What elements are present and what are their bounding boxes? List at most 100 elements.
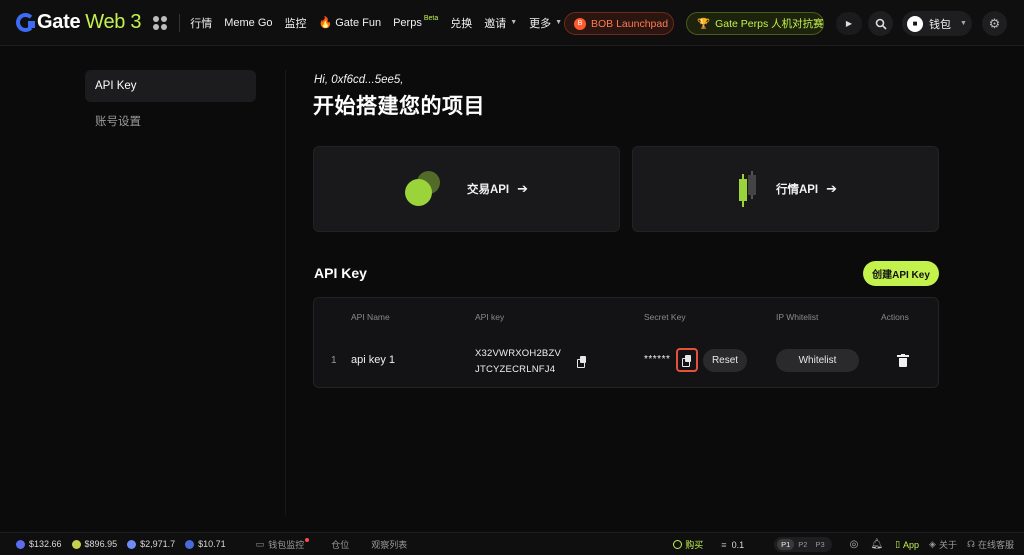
headset-icon: ☊: [966, 539, 975, 549]
amount-value: 0.1: [731, 539, 745, 550]
column-header-ip-whitelist: IP Whitelist: [776, 312, 819, 322]
nav-item-market[interactable]: 行情: [190, 15, 212, 31]
preset-selector: P1 P2 P3: [774, 537, 832, 552]
wallet-label: 钱包: [929, 18, 951, 31]
search-button[interactable]: [868, 11, 893, 36]
preset-p2[interactable]: P2: [794, 539, 811, 550]
column-header-api-key: API key: [475, 312, 505, 322]
sidebar: API Key 账号设置: [85, 70, 256, 140]
target-icon[interactable]: ◎: [850, 539, 859, 550]
perps-competition-label: Gate Perps 人机对抗赛: [715, 18, 824, 30]
ticker-3[interactable]: $2,971.7: [127, 539, 175, 549]
bob-icon: B: [574, 17, 586, 30]
ticker-value: $10.71: [198, 539, 226, 549]
trash-icon[interactable]: [897, 354, 909, 367]
bob-launchpad-button[interactable]: B BOB Launchpad: [564, 12, 674, 35]
column-header-actions: Actions: [881, 312, 909, 322]
watchlist-link[interactable]: 观察列表: [371, 538, 407, 551]
api-key-table: API Name API key Secret Key IP Whitelist…: [313, 297, 939, 388]
column-header-api-name: API Name: [351, 312, 390, 322]
create-api-key-button[interactable]: 创建API Key: [863, 261, 939, 286]
logo-suffix-text: Web 3: [85, 11, 142, 33]
copy-secret-key-icon[interactable]: [682, 355, 692, 367]
ticker-value: $896.95: [84, 539, 118, 549]
buy-button[interactable]: 购买: [673, 538, 703, 551]
market-api-card[interactable]: 行情API ➔: [632, 146, 939, 232]
ticker-value: $132.66: [29, 539, 62, 549]
main-nav: 行情 Meme Go 监控 🔥 Gate Fun Perps Beta 兑换 邀请 ▼…: [190, 15, 574, 31]
coin-icon: [71, 539, 81, 549]
ticker-1[interactable]: $132.66: [16, 539, 62, 549]
arrow-right-icon: ➔: [517, 181, 529, 196]
api-name-cell: api key 1: [351, 354, 396, 366]
api-key-cell: X32VWRXOH2BZV JTCYZECRLNFJ4: [475, 346, 561, 378]
api-key-line-2: JTCYZECRLNFJ4: [475, 364, 556, 375]
app-label: App: [903, 539, 920, 550]
sidebar-item-account-settings[interactable]: 账号设置: [85, 105, 256, 137]
nav-item-meme-go[interactable]: Meme Go: [224, 17, 272, 29]
reset-secret-button[interactable]: Reset: [703, 349, 747, 372]
settings-button[interactable]: ⚙: [982, 11, 1007, 36]
buy-label: 购买: [685, 540, 704, 550]
trade-api-label: 交易API ➔: [467, 181, 528, 197]
greeting-text: Hi, 0xf6cd...5ee5,: [314, 74, 404, 86]
logo-brand-text: Gate: [37, 11, 81, 33]
app-download-link[interactable]: ▯ App: [895, 539, 919, 550]
trade-api-card[interactable]: 交易API ➔: [313, 146, 620, 232]
nav-divider: [179, 13, 181, 32]
buy-amount[interactable]: ≡ 0.1: [721, 540, 744, 550]
positions-link[interactable]: 仓位: [331, 538, 349, 551]
secret-key-cell: ******: [644, 354, 671, 365]
chevron-down-icon: ▼: [960, 20, 967, 27]
gear-icon: ⚙: [988, 15, 1001, 31]
nav-item-label: Gate Fun: [335, 16, 382, 29]
sidebar-divider: [285, 70, 286, 515]
ticker-4[interactable]: $10.71: [185, 539, 226, 549]
column-header-secret-key: Secret Key: [644, 312, 686, 322]
support-link[interactable]: ☊ 在线客服: [967, 538, 1014, 551]
wallet-monitor-link[interactable]: ▭ 钱包监控: [256, 538, 310, 551]
nav-item-more[interactable]: 更多 ▼: [529, 15, 562, 31]
bottom-right-controls: 购买 ≡ 0.1 P1 P2 P3 ◎ 🔔︎ ▯ App ◈ 关于 ☊ 在线客服: [673, 533, 1024, 555]
arrow-right-icon: ➔: [826, 181, 838, 196]
more-promos-button[interactable]: ▶: [836, 12, 862, 35]
nav-item-label: 邀请: [484, 17, 507, 30]
nav-item-label: 行情: [190, 17, 213, 30]
bob-launchpad-label: BOB Launchpad: [591, 17, 669, 30]
copy-api-key-icon[interactable]: [577, 356, 587, 368]
preset-p1[interactable]: P1: [777, 539, 795, 550]
bottom-status-bar: $132.66 $896.95 $2,971.7 $10.71 ▭ 钱包监控 仓位…: [0, 532, 1024, 555]
nav-item-monitor[interactable]: 监控: [285, 15, 307, 31]
perps-competition-button[interactable]: 🏆 Gate Perps 人机对抗赛: [686, 12, 824, 35]
nav-item-label: Perps: [393, 16, 422, 29]
nav-item-label: Meme Go: [224, 16, 273, 29]
support-label: 在线客服: [977, 540, 1014, 550]
coin-icon: [16, 539, 25, 549]
nav-item-swap[interactable]: 兑换: [450, 15, 472, 31]
buy-icon: [673, 540, 683, 549]
gate-web3-logo[interactable]: Gate Web 3: [16, 0, 142, 46]
whitelist-button[interactable]: Whitelist: [776, 349, 859, 372]
row-index: 1: [331, 355, 337, 366]
ticker-value: $2,971.7: [140, 539, 176, 549]
apps-grid-icon[interactable]: [153, 15, 168, 30]
bell-icon[interactable]: 🔔︎: [870, 539, 883, 550]
nav-item-label: 更多: [529, 17, 552, 30]
top-navigation-bar: Gate Web 3 行情 Meme Go 监控 🔥 Gate Fun Perps…: [0, 0, 1024, 46]
nav-item-invite[interactable]: 邀请 ▼: [484, 15, 517, 31]
api-key-section-title: API Key: [314, 265, 367, 281]
ticker-2[interactable]: $896.95: [71, 539, 118, 549]
nav-item-gate-fun[interactable]: 🔥 Gate Fun: [318, 16, 382, 30]
preset-p3[interactable]: P3: [811, 539, 828, 550]
link-label: 钱包监控: [268, 539, 305, 550]
sidebar-item-api-key[interactable]: API Key: [85, 70, 256, 102]
fire-icon: 🔥: [318, 17, 333, 29]
nav-item-perps[interactable]: Perps Beta: [393, 15, 438, 29]
wallet-icon: ■: [907, 15, 923, 32]
wallet-button[interactable]: ■ 钱包 ▼: [902, 11, 972, 36]
coin-icon: [127, 539, 137, 549]
layers-icon: ◈: [929, 539, 936, 549]
nav-item-label: 兑换: [450, 17, 473, 30]
about-link[interactable]: ◈ 关于: [929, 538, 957, 551]
notification-dot: [305, 538, 310, 542]
